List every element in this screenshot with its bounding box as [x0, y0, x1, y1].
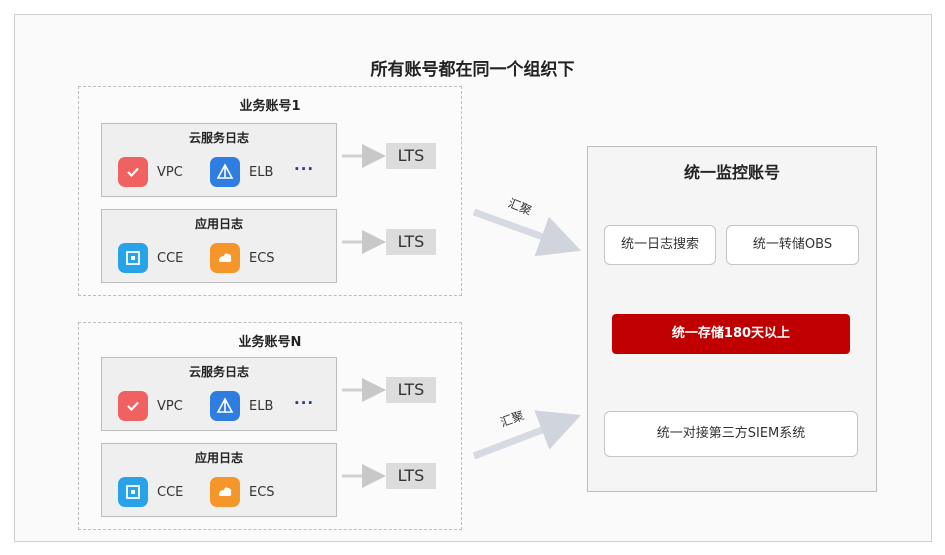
unified-siem-integration: 统一对接第三方SIEM系统 — [604, 411, 858, 457]
monitor-account: 统一监控账号 统一日志搜索 统一转储OBS 统一存储180天以上 统一对接第三方… — [587, 146, 877, 492]
unified-storage-bar: 统一存储180天以上 — [612, 314, 850, 354]
unified-log-search: 统一日志搜索 — [604, 225, 716, 265]
aggregate-arrow — [472, 208, 582, 257]
monitor-title: 统一监控账号 — [683, 163, 780, 182]
aggregate-arrow — [472, 410, 582, 460]
unified-dump-obs: 统一转储OBS — [726, 225, 859, 265]
